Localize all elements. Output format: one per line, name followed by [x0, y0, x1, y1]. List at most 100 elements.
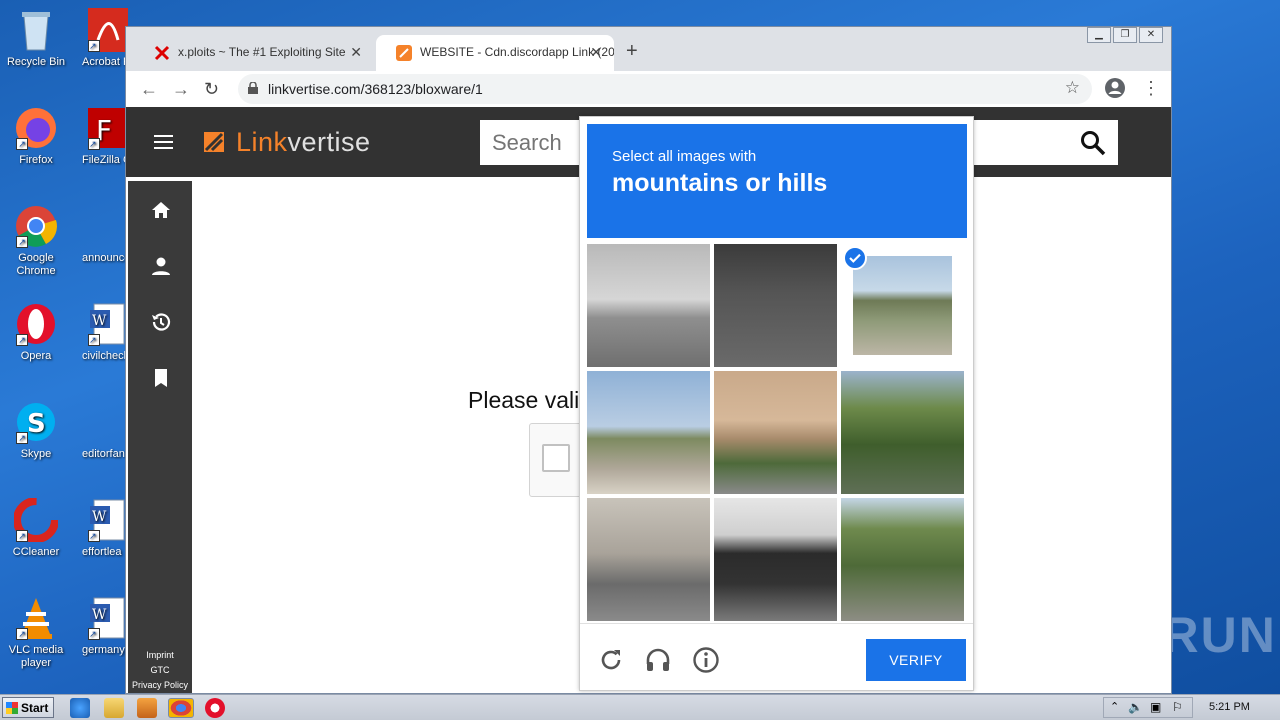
captcha-footer: VERIFY: [580, 623, 973, 690]
restore-button[interactable]: ❐: [1113, 27, 1137, 43]
acrobat-icon: ↗: [86, 8, 130, 52]
captcha-header: Select all images with mountains or hill…: [587, 124, 967, 238]
captcha-tile[interactable]: [714, 244, 837, 367]
media-player-taskbar-icon[interactable]: [137, 698, 157, 718]
new-tab-button[interactable]: +: [626, 40, 638, 63]
imprint-link[interactable]: Imprint: [128, 648, 192, 663]
captcha-tile-image: [587, 244, 710, 367]
desktop-icon-recycle-bin[interactable]: Recycle Bin: [1, 8, 71, 69]
tab-linkvertise[interactable]: WEBSITE - Cdn.discordapp Link (202 ✕: [376, 35, 614, 71]
back-arrow-icon[interactable]: ←: [140, 79, 158, 100]
filezilla-icon: F ↗: [86, 106, 130, 150]
site-sidebar: Imprint GTC Privacy Policy: [128, 181, 192, 693]
address-bar[interactable]: linkvertise.com/368123/bloxware/1 ☆: [238, 74, 1092, 104]
window-controls: ▁ ❐ ✕: [1087, 27, 1163, 43]
reload-icon[interactable]: ↻: [204, 79, 219, 100]
close-tab-icon[interactable]: ✕: [350, 44, 362, 61]
explorer-taskbar-icon[interactable]: [104, 698, 124, 718]
home-icon[interactable]: [150, 199, 172, 221]
captcha-tile[interactable]: [841, 498, 964, 621]
close-tab-icon[interactable]: ✕: [590, 44, 602, 61]
network-icon[interactable]: ▣: [1150, 700, 1161, 714]
captcha-tile[interactable]: [841, 371, 964, 494]
captcha-challenge: Select all images with mountains or hill…: [579, 116, 974, 691]
opera-icon: ↗: [14, 302, 58, 346]
captcha-tile[interactable]: [714, 371, 837, 494]
firefox-icon: ↗: [14, 106, 58, 150]
ie-taskbar-icon[interactable]: [70, 698, 90, 718]
footer-links: Imprint GTC Privacy Policy: [128, 648, 192, 693]
volume-icon[interactable]: 🔈: [1128, 700, 1143, 714]
selected-check-icon: [843, 246, 867, 270]
bookmark-icon[interactable]: [150, 367, 172, 389]
hamburger-menu-icon[interactable]: [154, 135, 173, 153]
recaptcha-checkbox[interactable]: [542, 444, 570, 472]
captcha-tile-image: [587, 371, 710, 494]
recycle-bin-icon: [14, 8, 58, 52]
user-icon[interactable]: [150, 255, 172, 277]
captcha-tile-image: [714, 371, 837, 494]
desktop-icon-chrome[interactable]: ↗ Google Chrome: [1, 204, 71, 278]
privacy-policy-link[interactable]: Privacy Policy: [128, 678, 192, 693]
captcha-tile[interactable]: [587, 244, 710, 367]
gtc-link[interactable]: GTC: [128, 663, 192, 678]
skype-icon: S ↗: [14, 400, 58, 444]
forward-arrow-icon[interactable]: →: [172, 79, 190, 100]
linkvertise-mark-icon: [204, 132, 224, 152]
captcha-tile[interactable]: [587, 371, 710, 494]
show-hidden-icons-icon[interactable]: ⌃: [1110, 700, 1119, 713]
search-icon[interactable]: [1080, 130, 1106, 156]
opera-taskbar-icon[interactable]: [205, 698, 225, 718]
svg-text:W: W: [92, 607, 107, 623]
minimize-button[interactable]: ▁: [1087, 27, 1111, 43]
word-document-icon: W ↗: [86, 596, 130, 640]
captcha-target: mountains or hills: [612, 169, 828, 197]
captcha-tile-image: [841, 371, 964, 494]
ccleaner-icon: ↗: [13, 497, 59, 543]
browser-toolbar: ← → ↻ linkvertise.com/368123/bloxware/1 …: [126, 71, 1171, 107]
red-x-favicon: [154, 45, 170, 61]
chrome-taskbar-icon[interactable]: [168, 698, 194, 718]
vlc-icon: ↗: [14, 596, 58, 640]
captcha-tile[interactable]: [587, 498, 710, 621]
tab-xploits[interactable]: x.ploits ~ The #1 Exploiting Site ✕: [134, 35, 374, 71]
captcha-tile-image: [841, 498, 964, 621]
tab-strip: x.ploits ~ The #1 Exploiting Site ✕ WEBS…: [126, 27, 1171, 71]
lock-icon: [248, 82, 258, 94]
close-window-button[interactable]: ✕: [1139, 27, 1163, 43]
info-icon[interactable]: [692, 646, 720, 674]
start-button[interactable]: Start: [2, 697, 54, 718]
system-tray: ⌃ 🔈 ▣ ⚐: [1103, 697, 1193, 718]
taskbar: Start ⌃ 🔈 ▣ ⚐ 5:21 PM: [0, 694, 1280, 720]
profile-icon[interactable]: [1105, 78, 1125, 98]
audio-challenge-icon[interactable]: [644, 646, 672, 674]
desktop-icon-firefox[interactable]: ↗ Firefox: [1, 106, 71, 167]
svg-text:W: W: [92, 509, 107, 525]
validate-heading: Please vali: [468, 387, 580, 413]
history-icon[interactable]: [150, 311, 172, 333]
taskbar-clock[interactable]: 5:21 PM: [1209, 701, 1250, 713]
word-document-icon: W ↗: [86, 302, 130, 346]
captcha-tile-image: [714, 498, 837, 621]
captcha-tile-image: [714, 244, 837, 367]
windows-flag-icon: [6, 702, 18, 714]
captcha-tile[interactable]: [841, 244, 964, 367]
reload-challenge-icon[interactable]: [597, 646, 625, 674]
desktop-icon-vlc[interactable]: ↗ VLC media player: [1, 596, 71, 670]
svg-text:W: W: [92, 313, 107, 329]
word-document-icon: W ↗: [86, 498, 130, 542]
captcha-instruction: Select all images with: [612, 148, 757, 165]
linkvertise-logo[interactable]: Linkvertise: [198, 125, 371, 159]
linkvertise-favicon: [396, 45, 412, 61]
desktop-icon-ccleaner[interactable]: ↗ CCleaner: [1, 497, 71, 559]
document-icon: [86, 204, 130, 248]
action-center-flag-icon[interactable]: ⚐: [1172, 700, 1183, 714]
desktop-icon-skype[interactable]: S ↗ Skype: [1, 400, 71, 461]
captcha-tile[interactable]: [714, 498, 837, 621]
verify-button[interactable]: VERIFY: [866, 639, 966, 681]
menu-dots-icon[interactable]: ⋮: [1142, 78, 1160, 99]
svg-text:S: S: [27, 409, 46, 439]
desktop-icon-opera[interactable]: ↗ Opera: [1, 302, 71, 363]
chrome-icon: ↗: [14, 204, 58, 248]
bookmark-star-icon[interactable]: ☆: [1065, 78, 1080, 98]
